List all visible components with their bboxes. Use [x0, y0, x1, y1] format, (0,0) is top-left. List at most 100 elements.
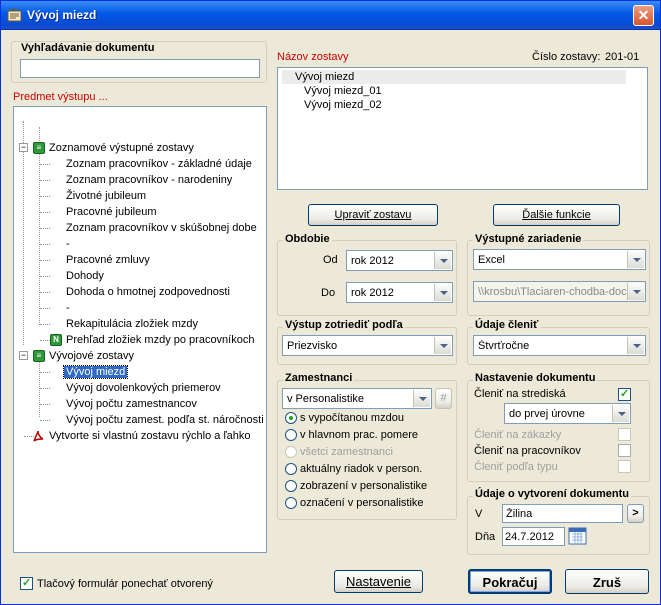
more-functions-button[interactable]: Ďalšie funkcie	[493, 204, 620, 226]
employees-source-select[interactable]: v Personalistike	[282, 388, 432, 409]
title-bar[interactable]: Vývoj miezd ✕	[1, 1, 660, 30]
chevron-down-icon[interactable]	[627, 251, 644, 268]
chevron-down-icon	[627, 283, 644, 300]
tree-separator[interactable]: -	[66, 302, 70, 314]
employees-option-label: aktuálny riadok v person.	[300, 463, 423, 475]
calendar-icon[interactable]	[568, 527, 587, 545]
date-label: Dňa	[475, 531, 496, 543]
window-title: Vývoj miezd	[27, 8, 97, 22]
period-from-select[interactable]: rok 2012	[346, 250, 453, 271]
creation-title: Údaje o vytvorení dokumentu	[473, 488, 632, 500]
level-select[interactable]: do prvej úrovne	[504, 403, 631, 424]
date-input[interactable]	[502, 527, 565, 546]
pdf-icon	[33, 430, 44, 442]
by-worker-label: Členiť na pracovníkov	[474, 445, 581, 457]
tree-item[interactable]: Pracovné jubileum	[66, 206, 157, 218]
employees-option-radio[interactable]	[285, 480, 297, 492]
subject-tree[interactable]: − ≡ Zoznamové výstupné zostavy Zoznam pr…	[13, 106, 267, 553]
by-type-checkbox	[618, 460, 631, 473]
report-group-icon: ≡	[33, 350, 45, 362]
tree-item[interactable]: Dohody	[66, 270, 104, 282]
period-to-select[interactable]: rok 2012	[346, 282, 453, 303]
employees-option-label: zobrazení v personalistike	[300, 480, 428, 492]
report-list-item[interactable]: Vývoj miezd_01	[304, 85, 382, 97]
tree-group-trend-reports[interactable]: Vývojové zostavy	[49, 350, 134, 362]
tree-item[interactable]: Prehľad zložiek mzdy po pracovníkoch	[66, 334, 254, 346]
sort-select[interactable]: Priezvisko	[282, 335, 453, 356]
tree-item[interactable]: Dohoda o hmotnej zodpovednosti	[66, 286, 230, 298]
tree-item[interactable]: Rekapitulácia zložiek mzdy	[66, 318, 198, 330]
doc-settings-title: Nastavenie dokumentu	[473, 372, 598, 384]
tree-item[interactable]: Zoznam pracovníkov - narodeniny	[66, 174, 232, 186]
cancel-button[interactable]: Zruš	[565, 569, 649, 594]
period-from-label: Od	[323, 254, 338, 266]
period-title: Obdobie	[283, 233, 332, 245]
report-number-label: Číslo zostavy:	[532, 51, 601, 63]
tree-item[interactable]: Životné jubileum	[66, 190, 146, 202]
app-icon	[7, 8, 22, 22]
dialog-window: Vývoj miezd ✕ Vyhľadávanie dokumentu Pre…	[0, 0, 661, 605]
close-button[interactable]: ✕	[633, 5, 654, 26]
tree-group-list-reports[interactable]: Zoznamové výstupné zostavy	[49, 142, 194, 154]
by-order-checkbox	[618, 428, 631, 441]
employees-option-radio[interactable]	[285, 429, 297, 441]
chevron-down-icon[interactable]	[627, 337, 644, 354]
report-group-icon: ≡	[33, 142, 45, 154]
output-device-title: Výstupné zariadenie	[473, 233, 584, 245]
by-order-label: Členiť na zákazky	[474, 429, 562, 441]
employees-option-radio[interactable]	[285, 497, 297, 509]
employees-option-label: všetci zamestnanci	[300, 446, 393, 458]
keep-form-open-label: Tlačový formulár ponechať otvorený	[37, 578, 213, 590]
filter-hash-button[interactable]: #	[435, 388, 452, 409]
employees-option-label: označení v personalistike	[300, 497, 424, 509]
sort-title: Výstup zotriediť podľa	[283, 319, 405, 331]
chevron-down-icon[interactable]	[434, 252, 451, 269]
by-type-label: Členiť podľa typu	[474, 461, 558, 473]
report-icon: N	[50, 334, 62, 346]
keep-form-open-checkbox[interactable]	[20, 576, 33, 590]
report-list-item[interactable]: Vývoj miezd	[295, 71, 354, 83]
report-name-label: Názov zostavy	[277, 51, 349, 63]
expand-toggle-icon[interactable]: −	[19, 143, 28, 152]
chevron-down-icon[interactable]	[434, 284, 451, 301]
output-device-select[interactable]: Excel	[473, 249, 646, 270]
settings-button[interactable]: Nastavenie	[334, 570, 423, 593]
employees-option-label: v hlavnom prac. pomere	[300, 429, 418, 441]
place-input[interactable]	[502, 504, 623, 523]
by-center-label: Členiť na strediská	[474, 388, 566, 400]
place-label: V	[475, 508, 483, 520]
by-worker-checkbox[interactable]	[618, 444, 631, 457]
split-title: Údaje členiť	[473, 319, 541, 331]
edit-report-button[interactable]: Upraviť zostavu	[308, 204, 438, 226]
report-list-item[interactable]: Vývoj miezd_02	[304, 99, 382, 111]
place-lookup-button[interactable]: >	[627, 504, 644, 523]
expand-toggle-icon[interactable]: −	[19, 351, 28, 360]
tree-item[interactable]: Vývoj počtu zamestnancov	[66, 398, 197, 410]
by-center-checkbox[interactable]	[618, 387, 631, 401]
tree-item[interactable]: Zoznam pracovníkov v skúšobnej dobe	[66, 222, 257, 234]
close-icon: ✕	[637, 7, 650, 23]
chevron-down-icon[interactable]	[413, 390, 430, 407]
employees-title: Zamestnanci	[283, 372, 355, 384]
tree-separator[interactable]: -	[66, 238, 70, 250]
search-input[interactable]	[20, 59, 260, 78]
report-number-value: 201-01	[605, 51, 640, 63]
dialog-body: Vyhľadávanie dokumentu Predmet výstupu .…	[1, 31, 660, 604]
tree-item-selected[interactable]: Vývoj miezd	[62, 365, 129, 379]
hash-icon: #	[440, 392, 447, 404]
period-to-label: Do	[321, 287, 336, 299]
search-label: Vyhľadávanie dokumentu	[19, 42, 157, 54]
continue-button[interactable]: Pokračuj	[468, 569, 552, 594]
employees-option-radio[interactable]	[285, 463, 297, 475]
tree-item[interactable]: Zoznam pracovníkov - základné údaje	[66, 158, 252, 170]
employees-option-radio[interactable]	[285, 412, 297, 424]
chevron-down-icon[interactable]	[434, 337, 451, 354]
report-list[interactable]: Vývoj miezd Vývoj miezd_01 Vývoj miezd_0…	[277, 67, 648, 190]
tree-item[interactable]: Vývoj počtu zamest. podľa st. náročnosti	[66, 414, 264, 426]
chevron-down-icon[interactable]	[612, 405, 629, 422]
tree-item-custom[interactable]: Vytvorte si vlastnú zostavu rýchlo a ľah…	[49, 430, 251, 442]
tree-item[interactable]: Pracovné zmluvy	[66, 254, 150, 266]
tree-item[interactable]: Vývoj dovolenkových priemerov	[66, 382, 221, 394]
split-select[interactable]: Štvrťročne	[473, 335, 646, 356]
subject-label: Predmet výstupu ...	[13, 91, 108, 103]
